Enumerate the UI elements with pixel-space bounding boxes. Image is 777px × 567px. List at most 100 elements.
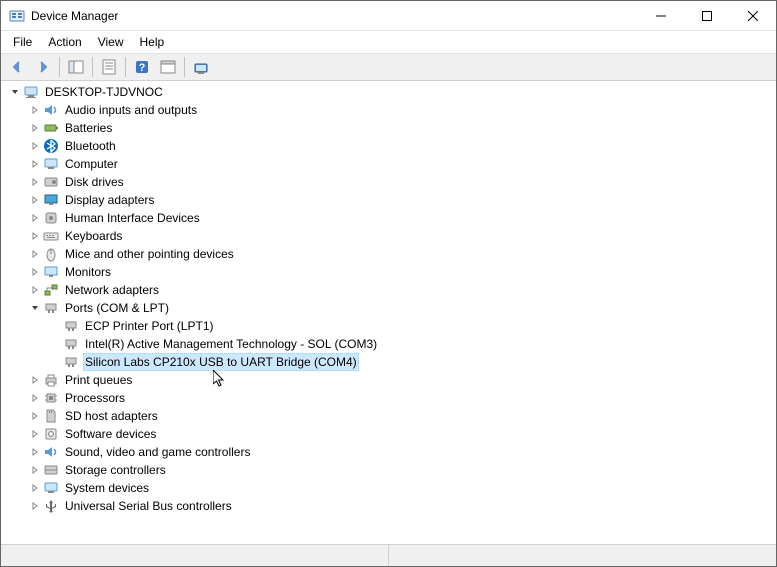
expander-icon[interactable] xyxy=(27,246,43,262)
tree-root[interactable]: DESKTOP-TJDVNOC xyxy=(1,83,776,101)
tree-category-label[interactable]: Sound, video and game controllers xyxy=(63,443,252,461)
expander-icon[interactable] xyxy=(27,372,43,388)
expander-icon[interactable] xyxy=(27,480,43,496)
expander-icon[interactable] xyxy=(27,102,43,118)
tree-category[interactable]: Disk drives xyxy=(1,173,776,191)
minimize-button[interactable] xyxy=(638,1,684,31)
tree-category[interactable]: SD host adapters xyxy=(1,407,776,425)
tree-category-label[interactable]: Audio inputs and outputs xyxy=(63,101,199,119)
scan-hardware-button[interactable] xyxy=(189,55,213,79)
tree-category[interactable]: Monitors xyxy=(1,263,776,281)
tree-device[interactable]: Intel(R) Active Management Technology - … xyxy=(1,335,776,353)
expander-icon[interactable] xyxy=(27,444,43,460)
tree-category-label[interactable]: Computer xyxy=(63,155,120,173)
device-tree[interactable]: DESKTOP-TJDVNOC Audio inputs and outputs… xyxy=(1,81,776,544)
tree-category[interactable]: Display adapters xyxy=(1,191,776,209)
tree-device-label[interactable]: Intel(R) Active Management Technology - … xyxy=(83,335,379,353)
expander-icon[interactable] xyxy=(27,408,43,424)
expander-icon[interactable] xyxy=(27,192,43,208)
tree-category-label[interactable]: Disk drives xyxy=(63,173,126,191)
menu-action[interactable]: Action xyxy=(40,33,89,51)
menu-help[interactable]: Help xyxy=(132,33,173,51)
forward-button[interactable] xyxy=(31,55,55,79)
tree-device[interactable]: ECP Printer Port (LPT1) xyxy=(1,317,776,335)
menu-file[interactable]: File xyxy=(5,33,40,51)
tree-category-label[interactable]: Mice and other pointing devices xyxy=(63,245,236,263)
window-title: Device Manager xyxy=(31,9,638,23)
storage-icon xyxy=(43,462,59,478)
show-hide-tree-button[interactable] xyxy=(64,55,88,79)
toolbar-separator xyxy=(92,57,93,77)
tree-category[interactable]: Audio inputs and outputs xyxy=(1,101,776,119)
port-item-icon xyxy=(63,336,79,352)
tree-category[interactable]: Network adapters xyxy=(1,281,776,299)
app-icon xyxy=(9,8,25,24)
expander-icon[interactable] xyxy=(27,300,43,316)
tree-device-label[interactable]: ECP Printer Port (LPT1) xyxy=(83,317,215,335)
keyboard-icon xyxy=(43,228,59,244)
close-button[interactable] xyxy=(730,1,776,31)
toolbar-separator xyxy=(184,57,185,77)
display-icon xyxy=(43,192,59,208)
expander-icon[interactable] xyxy=(27,426,43,442)
tree-category-label[interactable]: Batteries xyxy=(63,119,114,137)
expander-icon[interactable] xyxy=(27,228,43,244)
tree-category-label[interactable]: Print queues xyxy=(63,371,134,389)
tree-category[interactable]: Print queues xyxy=(1,371,776,389)
tree-category[interactable]: Bluetooth xyxy=(1,137,776,155)
tree-category[interactable]: Computer xyxy=(1,155,776,173)
tree-category[interactable]: Storage controllers xyxy=(1,461,776,479)
tree-category-label[interactable]: Display adapters xyxy=(63,191,156,209)
tree-category-label[interactable]: Monitors xyxy=(63,263,113,281)
tree-category-label[interactable]: Keyboards xyxy=(63,227,124,245)
expander-icon[interactable] xyxy=(27,264,43,280)
back-button[interactable] xyxy=(5,55,29,79)
tree-device[interactable]: Silicon Labs CP210x USB to UART Bridge (… xyxy=(1,353,776,371)
bluetooth-icon xyxy=(43,138,59,154)
tree-category-label[interactable]: Processors xyxy=(63,389,127,407)
svg-text:?: ? xyxy=(139,62,146,74)
expander-icon[interactable] xyxy=(7,84,23,100)
tree-root-label[interactable]: DESKTOP-TJDVNOC xyxy=(43,83,165,101)
expander-icon[interactable] xyxy=(27,156,43,172)
tree-category[interactable]: Ports (COM & LPT) xyxy=(1,299,776,317)
action-button[interactable] xyxy=(156,55,180,79)
tree-device-label[interactable]: Silicon Labs CP210x USB to UART Bridge (… xyxy=(83,353,359,371)
tree-category-label[interactable]: Human Interface Devices xyxy=(63,209,202,227)
tree-category-label[interactable]: Storage controllers xyxy=(63,461,168,479)
audio-icon xyxy=(43,102,59,118)
tree-category-label[interactable]: SD host adapters xyxy=(63,407,160,425)
properties-button[interactable] xyxy=(97,55,121,79)
menu-view[interactable]: View xyxy=(90,33,132,51)
tree-category-label[interactable]: System devices xyxy=(63,479,151,497)
maximize-button[interactable] xyxy=(684,1,730,31)
tree-category[interactable]: System devices xyxy=(1,479,776,497)
tree-category-label[interactable]: Bluetooth xyxy=(63,137,118,155)
tree-category-label[interactable]: Software devices xyxy=(63,425,158,443)
expander-icon[interactable] xyxy=(27,282,43,298)
expander-icon[interactable] xyxy=(27,210,43,226)
tree-category[interactable]: Software devices xyxy=(1,425,776,443)
help-button[interactable]: ? xyxy=(130,55,154,79)
tree-category[interactable]: Batteries xyxy=(1,119,776,137)
tree-category[interactable]: Sound, video and game controllers xyxy=(1,443,776,461)
mouse-icon xyxy=(43,246,59,262)
tree-category[interactable]: Keyboards xyxy=(1,227,776,245)
system-icon xyxy=(43,480,59,496)
expander-icon[interactable] xyxy=(27,174,43,190)
tree-category-label[interactable]: Ports (COM & LPT) xyxy=(63,299,171,317)
expander-icon[interactable] xyxy=(27,120,43,136)
tree-category[interactable]: Universal Serial Bus controllers xyxy=(1,497,776,515)
tree-category-label[interactable]: Universal Serial Bus controllers xyxy=(63,497,234,515)
toolbar: ? xyxy=(1,53,776,81)
expander-icon[interactable] xyxy=(27,498,43,514)
status-cell xyxy=(389,545,776,566)
tree-category[interactable]: Mice and other pointing devices xyxy=(1,245,776,263)
expander-icon[interactable] xyxy=(27,390,43,406)
tree-category[interactable]: Processors xyxy=(1,389,776,407)
expander-icon[interactable] xyxy=(27,462,43,478)
tree-category-label[interactable]: Network adapters xyxy=(63,281,161,299)
expander-icon[interactable] xyxy=(27,138,43,154)
tree-category[interactable]: Human Interface Devices xyxy=(1,209,776,227)
computer-icon xyxy=(43,156,59,172)
